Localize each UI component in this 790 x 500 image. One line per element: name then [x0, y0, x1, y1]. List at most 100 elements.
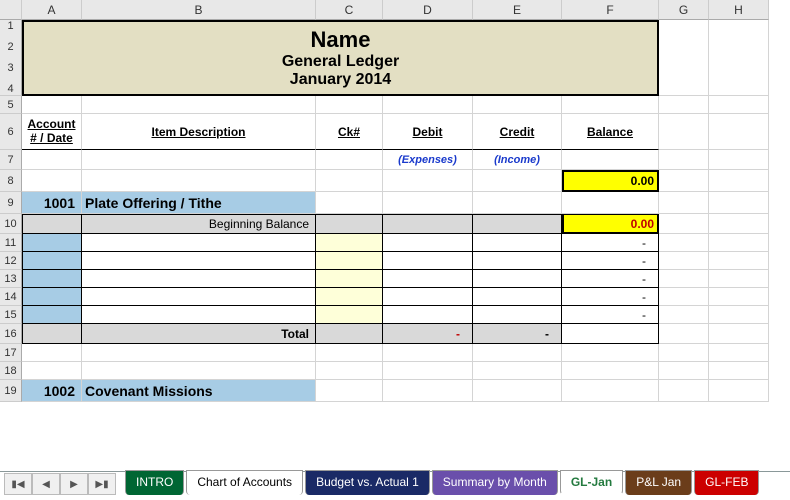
cell[interactable] [82, 344, 316, 362]
cell[interactable] [473, 288, 562, 306]
cell[interactable] [82, 270, 316, 288]
cell[interactable] [82, 252, 316, 270]
cell[interactable] [709, 114, 769, 150]
tab-chart-of-accounts[interactable]: Chart of Accounts [186, 470, 303, 495]
cell[interactable] [316, 150, 383, 170]
cell[interactable] [659, 150, 709, 170]
cell[interactable] [316, 214, 383, 234]
cell[interactable] [659, 234, 709, 252]
tab-intro[interactable]: INTRO [125, 470, 184, 495]
cell[interactable] [82, 306, 316, 324]
cell[interactable] [473, 344, 562, 362]
cell[interactable] [473, 192, 562, 214]
cell[interactable] [383, 192, 473, 214]
cell[interactable] [659, 362, 709, 380]
cell[interactable] [709, 344, 769, 362]
cell[interactable] [709, 234, 769, 252]
cell[interactable] [709, 380, 769, 402]
cell[interactable] [22, 150, 82, 170]
cell[interactable] [82, 150, 316, 170]
balance-cell[interactable]: - [562, 234, 659, 252]
tab-nav-first[interactable]: ▮◀ [4, 473, 32, 495]
balance-cell[interactable]: - [562, 306, 659, 324]
cell[interactable] [709, 270, 769, 288]
cell[interactable] [82, 96, 316, 114]
cell[interactable] [473, 380, 562, 402]
header-desc[interactable]: Item Description [82, 114, 316, 150]
col-header-B[interactable]: B [82, 0, 316, 20]
cell[interactable] [383, 362, 473, 380]
cell[interactable] [383, 234, 473, 252]
cell[interactable] [473, 306, 562, 324]
cell[interactable] [316, 380, 383, 402]
row-header[interactable]: 11 [0, 234, 22, 252]
cell[interactable] [316, 234, 383, 252]
cell[interactable] [562, 96, 659, 114]
cell[interactable] [383, 170, 473, 192]
cell[interactable] [473, 214, 562, 234]
cell[interactable] [473, 234, 562, 252]
cell[interactable] [316, 362, 383, 380]
section-name[interactable]: Plate Offering / Tithe [82, 192, 316, 214]
balance-cell[interactable]: - [562, 252, 659, 270]
cell[interactable] [383, 214, 473, 234]
col-header-H[interactable]: H [709, 0, 769, 20]
col-header-C[interactable]: C [316, 0, 383, 20]
cell[interactable] [659, 344, 709, 362]
cell[interactable] [562, 324, 659, 344]
row-header[interactable]: 17 [0, 344, 22, 362]
row-header-1-4[interactable]: 1234 [0, 20, 22, 96]
cell[interactable] [659, 114, 709, 150]
cell[interactable] [383, 270, 473, 288]
cell[interactable] [709, 192, 769, 214]
col-header-A[interactable]: A [22, 0, 82, 20]
cell[interactable] [22, 306, 82, 324]
cell[interactable] [383, 380, 473, 402]
col-header-E[interactable]: E [473, 0, 562, 20]
cell[interactable] [473, 96, 562, 114]
cell[interactable] [316, 96, 383, 114]
row-header[interactable]: 14 [0, 288, 22, 306]
cell[interactable] [316, 270, 383, 288]
cell[interactable] [659, 288, 709, 306]
cell[interactable] [383, 252, 473, 270]
cell[interactable] [659, 170, 709, 192]
row-header[interactable]: 16 [0, 324, 22, 344]
cell[interactable] [473, 170, 562, 192]
cell[interactable] [709, 20, 769, 96]
cell[interactable] [562, 192, 659, 214]
cell[interactable] [22, 170, 82, 192]
cell[interactable] [316, 252, 383, 270]
tab-nav-last[interactable]: ▶▮ [88, 473, 116, 495]
cell[interactable] [316, 170, 383, 192]
header-balance[interactable]: Balance [562, 114, 659, 150]
cell[interactable] [22, 234, 82, 252]
cell[interactable] [659, 306, 709, 324]
subheader-income[interactable]: (Income) [473, 150, 562, 170]
cell[interactable] [709, 170, 769, 192]
row-header[interactable]: 12 [0, 252, 22, 270]
section-acct[interactable]: 1001 [22, 192, 82, 214]
tab-summary-by-month[interactable]: Summary by Month [432, 470, 558, 495]
cell[interactable] [659, 20, 709, 96]
subheader-expenses[interactable]: (Expenses) [383, 150, 473, 170]
cell[interactable] [709, 288, 769, 306]
cell[interactable] [22, 324, 82, 344]
cell[interactable] [22, 362, 82, 380]
cell[interactable] [659, 324, 709, 344]
header-ck[interactable]: Ck# [316, 114, 383, 150]
cell[interactable] [383, 96, 473, 114]
cell[interactable] [562, 344, 659, 362]
tab-pl-jan[interactable]: P&L Jan [625, 470, 692, 495]
col-header-F[interactable]: F [562, 0, 659, 20]
row-header[interactable]: 8 [0, 170, 22, 192]
cell[interactable] [659, 380, 709, 402]
cell[interactable] [22, 214, 82, 234]
corner-cell[interactable] [0, 0, 22, 20]
beginning-balance-value[interactable]: 0.00 [562, 214, 659, 234]
cell[interactable] [709, 362, 769, 380]
cell[interactable] [22, 252, 82, 270]
beginning-balance-label[interactable]: Beginning Balance [82, 214, 316, 234]
spreadsheet-grid[interactable]: A B C D E F G H 1234 Name General Ledger… [0, 0, 790, 402]
cell[interactable] [709, 214, 769, 234]
